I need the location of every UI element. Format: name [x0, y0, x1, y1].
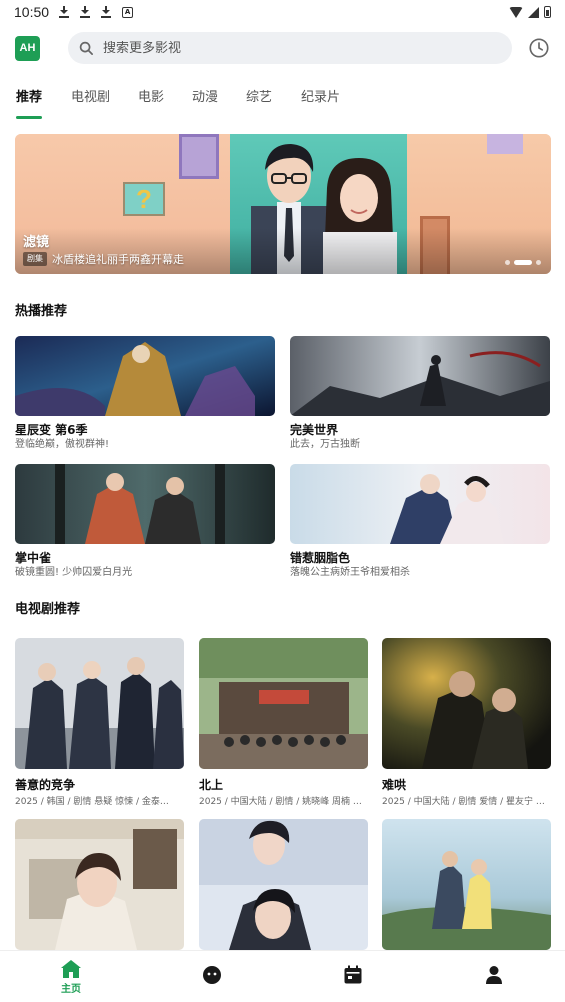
tab-variety[interactable]: 综艺	[246, 86, 272, 120]
tv-card[interactable]: 难哄 2025 / 中国大陆 / 剧情 爱情 / 瞿友宁 …	[382, 638, 551, 809]
poster-image	[382, 819, 551, 950]
home-icon	[61, 960, 81, 978]
search-icon	[79, 41, 93, 55]
search-input[interactable]	[103, 40, 483, 56]
card-title: 善意的竞争	[15, 778, 76, 792]
nav-home[interactable]: 主页	[41, 959, 101, 995]
tv-card[interactable]: 北上 2025 / 中国大陆 / 剧情 / 姚晓峰 周楠 …	[199, 638, 368, 809]
carousel-dot-active[interactable]	[514, 260, 532, 265]
signal-icon	[528, 6, 539, 18]
nav-discover[interactable]	[182, 965, 242, 985]
hot-card[interactable]: 掌中雀 破镜重圆! 少帅囚爱白月光	[15, 464, 275, 580]
card-title: 北上	[199, 778, 224, 792]
carousel-indicator	[505, 260, 541, 265]
card-description: 此去，万古独断	[290, 439, 360, 450]
bottom-navigation: 主页	[0, 950, 565, 1002]
carousel-dot[interactable]	[536, 260, 541, 265]
card-description: 落魄公主病娇王爷相爱相杀	[290, 567, 410, 578]
poster-image	[382, 638, 551, 769]
tab-documentary[interactable]: 纪录片	[301, 86, 340, 120]
tv-card[interactable]	[15, 819, 184, 950]
tab-anime[interactable]: 动漫	[192, 86, 218, 120]
battery-icon	[544, 6, 551, 18]
wifi-icon	[509, 6, 523, 18]
poster-image	[15, 336, 275, 416]
nav-schedule[interactable]	[323, 965, 383, 985]
card-meta: 2025 / 中国大陆 / 剧情 / 姚晓峰 周楠 …	[199, 797, 362, 807]
status-time: 10:50	[14, 4, 50, 20]
user-icon	[486, 966, 502, 984]
banner-title: 滤镜	[23, 235, 50, 250]
card-title: 完美世界	[290, 423, 339, 437]
app-logo[interactable]: AH	[15, 36, 40, 61]
question-mark-frame: ?	[123, 182, 165, 216]
face-icon	[203, 966, 221, 984]
history-icon[interactable]	[528, 37, 550, 59]
category-tabs: 推荐 电视剧 电影 动漫 综艺 纪录片	[0, 86, 565, 120]
nav-home-label: 主页	[61, 984, 81, 995]
card-title: 难哄	[382, 778, 407, 792]
poster-image	[290, 464, 550, 544]
hot-section-title: 热播推荐	[15, 304, 68, 319]
card-description: 登临绝巅，傲视群神!	[15, 439, 110, 450]
poster-image	[15, 464, 275, 544]
download-icon	[80, 6, 91, 18]
nav-profile[interactable]	[464, 965, 524, 985]
app-header: AH	[0, 30, 565, 68]
banner-tag: 剧集	[23, 252, 47, 266]
card-title: 星辰变 第6季	[15, 423, 88, 437]
poster-image	[199, 638, 368, 769]
notification-a-icon: A	[122, 6, 134, 18]
poster-image	[199, 819, 368, 950]
hot-card[interactable]: 完美世界 此去，万古独断	[290, 336, 550, 452]
poster-image	[15, 638, 184, 769]
tab-movies[interactable]: 电影	[138, 86, 164, 120]
card-meta: 2025 / 韩国 / 剧情 悬疑 惊悚 / 金泰…	[15, 797, 169, 807]
banner-subtitle: 冰盾楼追礼丽手两鑫开幕走	[52, 253, 184, 266]
carousel-dot[interactable]	[505, 260, 510, 265]
tab-tv-series[interactable]: 电视剧	[71, 86, 110, 120]
card-meta: 2025 / 中国大陆 / 剧情 爱情 / 瞿友宁 …	[382, 797, 545, 807]
tv-card[interactable]	[382, 819, 551, 950]
card-title: 掌中雀	[15, 551, 52, 565]
poster-image	[290, 336, 550, 416]
download-icon	[59, 6, 70, 18]
banner-carousel[interactable]: ? 滤镜 剧集 冰盾楼追礼丽手两鑫开幕走	[15, 134, 551, 274]
tv-section-title: 电视剧推荐	[15, 602, 81, 617]
hot-card[interactable]: 星辰变 第6季 登临绝巅，傲视群神!	[15, 336, 275, 452]
tv-card[interactable]	[199, 819, 368, 950]
search-bar[interactable]	[68, 32, 512, 64]
download-icon	[101, 6, 112, 18]
calendar-icon	[344, 965, 362, 984]
hot-card[interactable]: 错惹胭脂色 落魄公主病娇王爷相爱相杀	[290, 464, 550, 580]
poster-image	[15, 819, 184, 950]
tab-recommend[interactable]: 推荐	[16, 86, 43, 120]
card-title: 错惹胭脂色	[290, 551, 351, 565]
status-bar: 10:50 A	[0, 0, 565, 24]
card-description: 破镜重圆! 少帅囚爱白月光	[15, 567, 133, 578]
tv-card[interactable]: 善意的竞争 2025 / 韩国 / 剧情 悬疑 惊悚 / 金泰…	[15, 638, 184, 809]
